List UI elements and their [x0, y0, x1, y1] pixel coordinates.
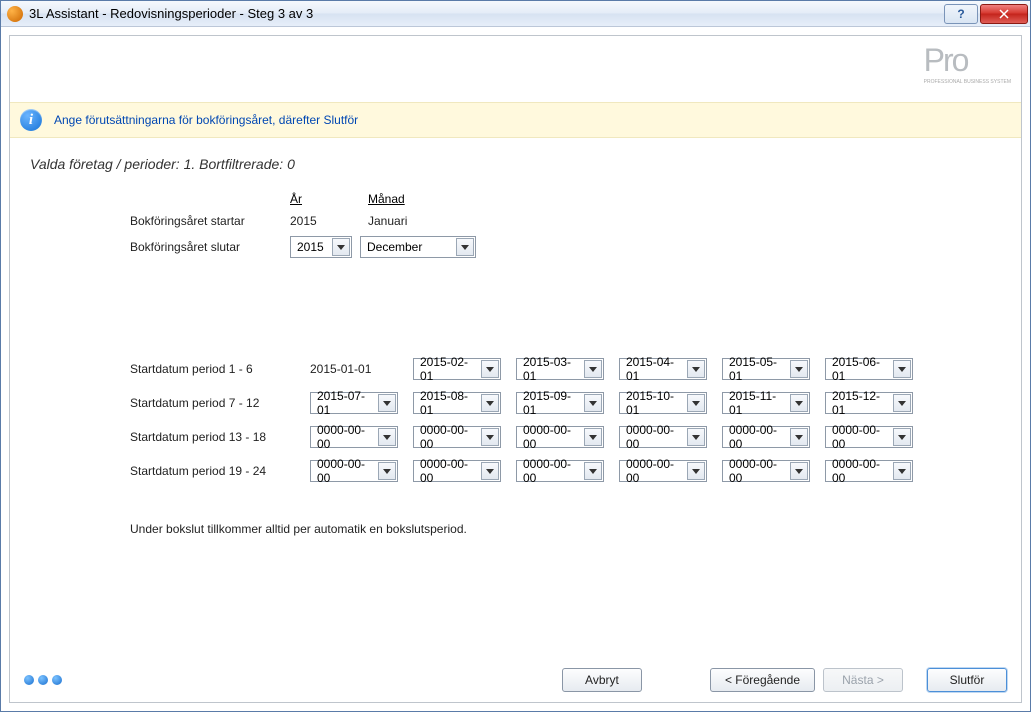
cancel-button[interactable]: Avbryt [562, 668, 642, 692]
period-row: Startdatum period 13 - 18 0000-00-00 000… [130, 426, 1001, 448]
chevron-down-icon [893, 360, 911, 378]
period-label: Startdatum period 7 - 12 [130, 396, 310, 410]
chevron-down-icon [584, 360, 602, 378]
chevron-down-icon [332, 238, 350, 256]
fy-start-year: 2015 [290, 214, 360, 228]
chevron-down-icon [481, 360, 499, 378]
period-label: Startdatum period 19 - 24 [130, 464, 310, 478]
period-date-combo[interactable]: 0000-00-00 [825, 426, 913, 448]
period-date-combo[interactable]: 0000-00-00 [310, 460, 398, 482]
next-button: Nästa > [823, 668, 903, 692]
chevron-down-icon [378, 462, 396, 480]
period-date-combo[interactable]: 0000-00-00 [825, 460, 913, 482]
fy-start-label: Bokföringsåret startar [130, 214, 290, 228]
period-date-combo[interactable]: 2015-04-01 [619, 358, 707, 380]
period-date-combo[interactable]: 0000-00-00 [413, 426, 501, 448]
summary-text: Valda företag / perioder: 1. Bortfiltrer… [30, 156, 1001, 172]
chevron-down-icon [481, 394, 499, 412]
chevron-down-icon [481, 462, 499, 480]
period-date-combo[interactable]: 2015-08-01 [413, 392, 501, 414]
chevron-down-icon [481, 428, 499, 446]
fy-end-month-combo[interactable]: December [360, 236, 476, 258]
chevron-down-icon [893, 462, 911, 480]
titlebar: 3L Assistant - Redovisningsperioder - St… [1, 1, 1030, 27]
info-bar: i Ange förutsättningarna för bokföringså… [10, 102, 1021, 138]
period-date-combo[interactable]: 0000-00-00 [310, 426, 398, 448]
period-date-combo[interactable]: 0000-00-00 [516, 460, 604, 482]
chevron-down-icon [790, 394, 808, 412]
info-message: Ange förutsättningarna för bokföringsåre… [54, 113, 358, 127]
fy-start-month: Januari [368, 214, 488, 228]
period-date-combo[interactable]: 0000-00-00 [722, 460, 810, 482]
period-date-combo[interactable]: 2015-07-01 [310, 392, 398, 414]
chevron-down-icon [687, 428, 705, 446]
period-label: Startdatum period 1 - 6 [130, 362, 310, 376]
period-date-combo[interactable]: 2015-06-01 [825, 358, 913, 380]
chevron-down-icon [893, 394, 911, 412]
periods-grid: Startdatum period 1 - 6 2015-01-01 2015-… [130, 358, 1001, 482]
fy-end-year-combo[interactable]: 2015 [290, 236, 352, 258]
window-title: 3L Assistant - Redovisningsperioder - St… [29, 6, 944, 21]
period-row: Startdatum period 1 - 6 2015-01-01 2015-… [130, 358, 1001, 380]
chevron-down-icon [687, 360, 705, 378]
chevron-down-icon [687, 394, 705, 412]
period-row: Startdatum period 7 - 12 2015-07-01 2015… [130, 392, 1001, 414]
header-month: Månad [368, 192, 488, 206]
wizard-frame: Pro PROFESSIONAL BUSINESS SYSTEM i Ange … [9, 35, 1022, 703]
period-date-combo[interactable]: 0000-00-00 [413, 460, 501, 482]
help-button[interactable]: ? [944, 4, 978, 24]
period-date-combo[interactable]: 2015-05-01 [722, 358, 810, 380]
dot-icon [52, 675, 62, 685]
period-date-combo[interactable]: 0000-00-00 [516, 426, 604, 448]
period-label: Startdatum period 13 - 18 [130, 430, 310, 444]
period-date-combo[interactable]: 0000-00-00 [722, 426, 810, 448]
progress-dots [24, 675, 62, 685]
period-date-combo[interactable]: 2015-02-01 [413, 358, 501, 380]
chevron-down-icon [687, 462, 705, 480]
chevron-down-icon [456, 238, 474, 256]
periods-footnote: Under bokslut tillkommer alltid per auto… [130, 522, 1001, 536]
chevron-down-icon [790, 462, 808, 480]
finish-button[interactable]: Slutför [927, 668, 1007, 692]
header-year: År [290, 192, 360, 206]
period-date-combo[interactable]: 0000-00-00 [619, 460, 707, 482]
fiscal-year-form: År Månad Bokföringsåret startar 2015 Jan… [130, 192, 1001, 258]
chevron-down-icon [893, 428, 911, 446]
wizard-window: 3L Assistant - Redovisningsperioder - St… [0, 0, 1031, 712]
info-icon: i [20, 109, 42, 131]
chevron-down-icon [790, 428, 808, 446]
close-button[interactable] [980, 4, 1028, 24]
previous-button[interactable]: < Föregående [710, 668, 815, 692]
chevron-down-icon [790, 360, 808, 378]
chevron-down-icon [584, 428, 602, 446]
period-row: Startdatum period 19 - 24 0000-00-00 000… [130, 460, 1001, 482]
period-date-combo[interactable]: 2015-12-01 [825, 392, 913, 414]
app-icon [7, 6, 23, 22]
period-date-combo[interactable]: 2015-09-01 [516, 392, 604, 414]
period-date-combo[interactable]: 2015-10-01 [619, 392, 707, 414]
period-date-combo[interactable]: 0000-00-00 [619, 426, 707, 448]
chevron-down-icon [378, 394, 396, 412]
chevron-down-icon [378, 428, 396, 446]
period-date-combo[interactable]: 2015-03-01 [516, 358, 604, 380]
fy-end-label: Bokföringsåret slutar [130, 240, 290, 254]
dot-icon [24, 675, 34, 685]
period-start-date: 2015-01-01 [310, 362, 413, 376]
dot-icon [38, 675, 48, 685]
chevron-down-icon [584, 394, 602, 412]
chevron-down-icon [584, 462, 602, 480]
wizard-footer: Avbryt < Föregående Nästa > Slutför [10, 658, 1021, 702]
period-date-combo[interactable]: 2015-11-01 [722, 392, 810, 414]
logo: Pro PROFESSIONAL BUSINESS SYSTEM [924, 42, 1011, 85]
content-area: Valda företag / perioder: 1. Bortfiltrer… [10, 138, 1021, 658]
